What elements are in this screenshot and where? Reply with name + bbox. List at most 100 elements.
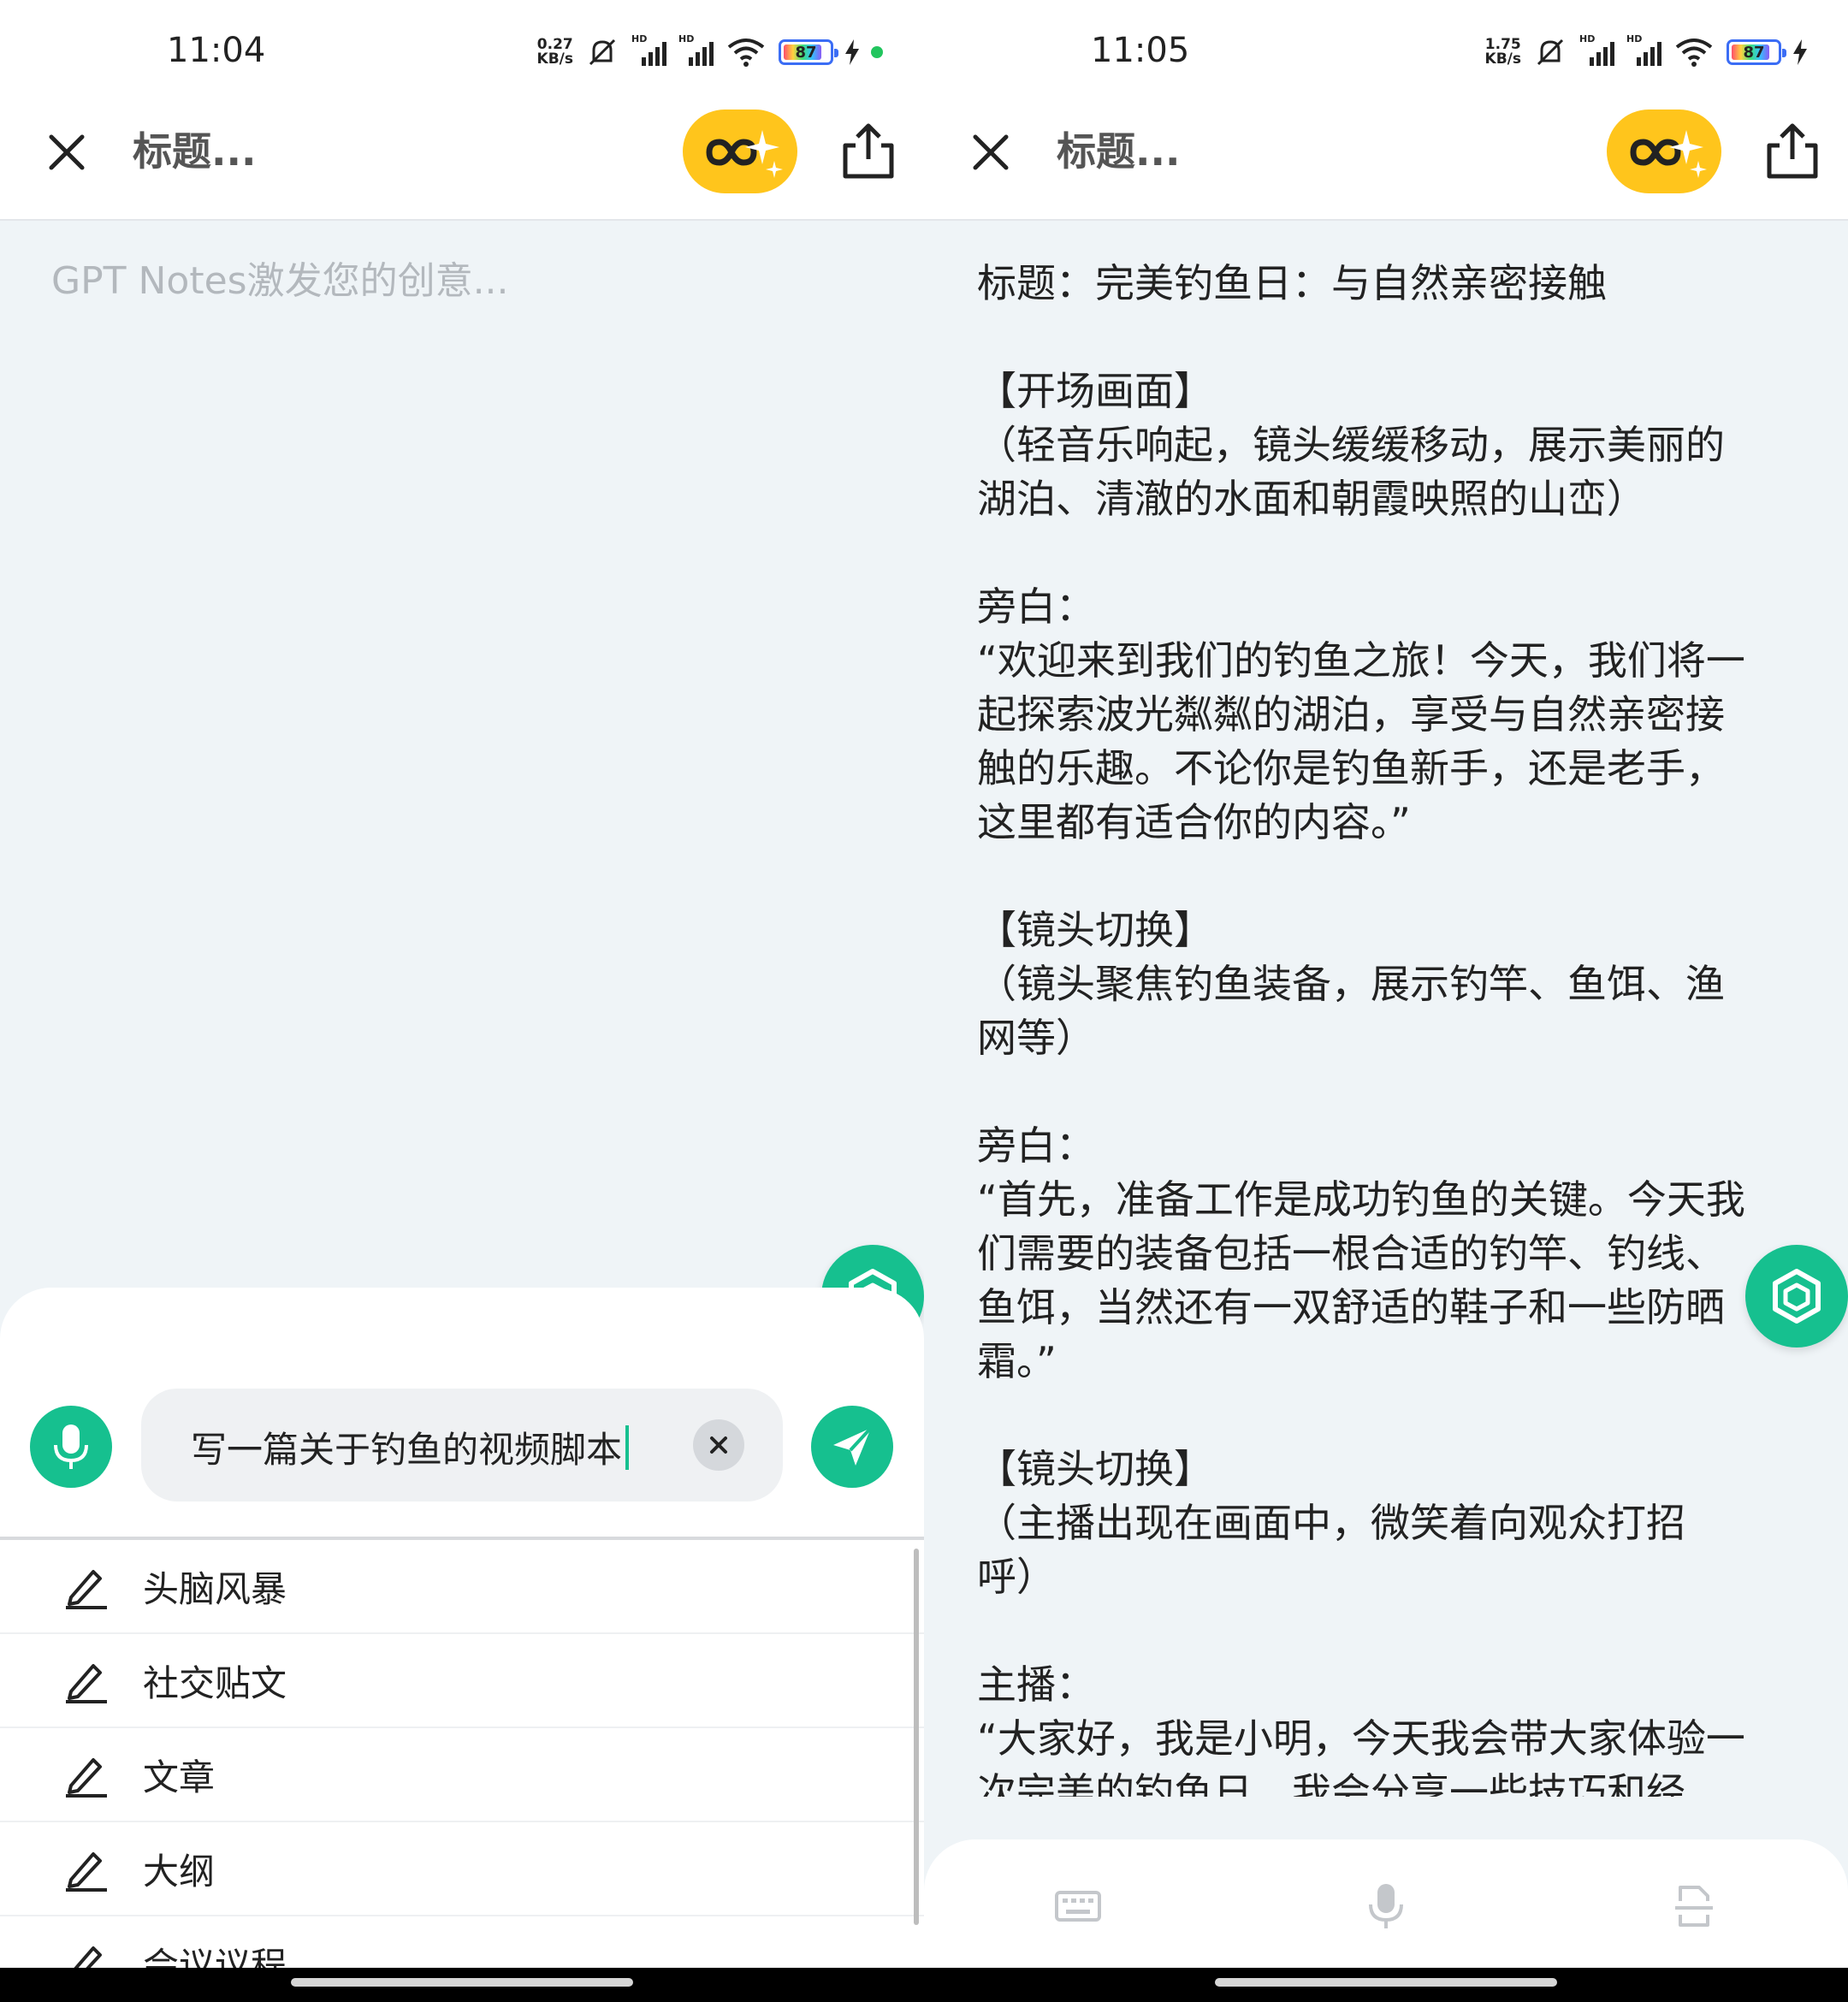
pen-icon: [66, 1664, 107, 1703]
ai-unlimited-button[interactable]: [683, 110, 797, 193]
send-button[interactable]: [811, 1406, 893, 1488]
document-line: 霜。”: [977, 1338, 1057, 1384]
close-button[interactable]: [43, 128, 91, 176]
document-line: [977, 1065, 1798, 1119]
document-line: 起探索波光粼粼的湖泊，享受与自然亲密接: [977, 691, 1725, 737]
microphone-icon: [1369, 1884, 1403, 1928]
prompt-input[interactable]: 写一篇关于钓鱼的视频脚本: [141, 1389, 783, 1502]
pen-icon: [66, 1852, 107, 1892]
close-icon: [973, 134, 1009, 170]
document-line: “大家好，我是小明，今天我会带大家体验一: [977, 1715, 1745, 1762]
signal-icon-1: HD: [631, 33, 666, 66]
title-input[interactable]: 标题...: [1057, 121, 1180, 181]
wifi-icon: [1675, 38, 1713, 67]
signal-icon-1: HD: [1579, 33, 1614, 66]
document-line: 次完美的钓鱼日，我会分享一些技巧和经: [977, 1769, 1685, 1797]
suggestion-item[interactable]: 会议议程: [0, 1916, 924, 1968]
battery-icon: 87: [779, 39, 838, 65]
privacy-dot: [871, 46, 883, 58]
keyboard-button[interactable]: [1052, 1881, 1104, 1932]
document-line: （镜头聚焦钓鱼装备，展示钓竿、鱼饵、渔: [977, 961, 1725, 1007]
close-button[interactable]: [967, 128, 1015, 176]
suggestion-item[interactable]: 头脑风暴: [0, 1540, 924, 1634]
screen-left: 11:04 0.27 KB/s HD HD 87 标题... GPT Notes激…: [0, 0, 924, 1968]
battery-icon: 87: [1727, 39, 1786, 65]
document-line: 【开场画面】: [977, 368, 1213, 414]
mute-icon: [1537, 38, 1564, 66]
voice-input-button[interactable]: [30, 1406, 112, 1488]
ai-assist-fab[interactable]: [1745, 1245, 1848, 1348]
document-line: 旁白：: [977, 1122, 1095, 1169]
document-line: 触的乐趣。不论你是钓鱼新手，还是老手，: [977, 745, 1725, 791]
document-line: 【镜头切换】: [977, 1446, 1213, 1492]
status-time: 11:04: [167, 31, 266, 70]
document-line: 湖泊、清澈的水面和朝霞映照的山峦）: [977, 476, 1646, 522]
status-icons: 1.75 KB/s HD HD 87: [1485, 33, 1807, 72]
app-header: 标题...: [924, 103, 1848, 221]
charging-icon: [1793, 39, 1807, 65]
app-header: 标题...: [0, 103, 924, 221]
document-line: 【镜头切换】: [977, 907, 1213, 953]
suggestion-item[interactable]: 社交贴文: [0, 1634, 924, 1728]
status-icons: 0.27 KB/s HD HD 87: [537, 33, 883, 72]
openai-logo-icon: [1773, 1269, 1821, 1324]
document-line: 这里都有适合你的内容。”: [977, 799, 1411, 845]
network-speed: 1.75 KB/s: [1484, 36, 1521, 68]
document-line: 呼）: [977, 1554, 1056, 1600]
signal-icon-2: HD: [678, 33, 714, 66]
document-line: “欢迎来到我们的钓鱼之旅！今天，我们将一: [977, 637, 1745, 684]
document-line: 们需要的装备包括一根合适的钓竿、钓线、: [977, 1230, 1725, 1276]
document-line: [977, 526, 1798, 580]
document-line: “首先，准备工作是成功钓鱼的关键。今天我: [977, 1176, 1745, 1223]
share-button[interactable]: [1764, 121, 1821, 181]
infinity-sparkle-icon: [1630, 130, 1707, 178]
mute-icon: [589, 38, 616, 66]
suggestion-label: 社交贴文: [143, 1661, 287, 1704]
document-line: （轻音乐响起，镜头缓缓移动，展示美丽的: [977, 422, 1725, 468]
generated-document[interactable]: 标题：完美钓鱼日：与自然亲密接触 【开场画面】 （轻音乐响起，镜头缓缓移动，展示美丽…: [977, 257, 1798, 1797]
scan-document-icon: [1675, 1886, 1713, 1927]
document-line: [977, 850, 1798, 903]
title-input[interactable]: 标题...: [133, 121, 256, 181]
status-time: 11:05: [1091, 31, 1190, 70]
suggestion-item[interactable]: 文章: [0, 1728, 924, 1822]
status-bar: 11:05 1.75 KB/s HD HD 87: [924, 0, 1848, 103]
screen-right: 11:05 1.75 KB/s HD HD 87 标题... 标题：完美钓鱼日：与…: [924, 0, 1848, 1968]
signal-icon-2: HD: [1626, 33, 1661, 66]
charging-icon: [845, 39, 859, 65]
send-icon: [833, 1426, 873, 1466]
document-line: [977, 1389, 1798, 1442]
share-button[interactable]: [840, 121, 897, 181]
microphone-icon: [54, 1424, 88, 1469]
document-line: 标题：完美钓鱼日：与自然亲密接触: [977, 260, 1607, 306]
wifi-icon: [727, 38, 765, 67]
document-line: 网等）: [977, 1015, 1095, 1061]
suggestion-label: 文章: [143, 1756, 216, 1798]
bottom-toolbar: [924, 1839, 1848, 1968]
suggestion-label: 头脑风暴: [143, 1567, 287, 1610]
document-line: 鱼饵，当然还有一双舒适的鞋子和一些防晒: [977, 1284, 1725, 1330]
status-bar: 11:04 0.27 KB/s HD HD 87: [0, 0, 924, 103]
document-line: 主播：: [977, 1661, 1095, 1708]
scrollbar[interactable]: [914, 1549, 919, 1925]
document-line: 旁白：: [977, 583, 1095, 630]
pen-icon: [66, 1758, 107, 1798]
ai-unlimited-button[interactable]: [1607, 110, 1721, 193]
infinity-sparkle-icon: [706, 130, 783, 178]
suggestion-label: 会议议程: [143, 1944, 287, 1969]
voice-button[interactable]: [1360, 1881, 1412, 1932]
home-indicator-left[interactable]: [291, 1978, 633, 1987]
suggestion-item[interactable]: 大纲: [0, 1822, 924, 1916]
editor-placeholder[interactable]: GPT Notes激发您的创意...: [51, 250, 509, 305]
document-line: [977, 1604, 1798, 1658]
suggestion-list: 头脑风暴 社交贴文 文章 大纲 会议议程: [0, 1540, 924, 1968]
document-line: [977, 311, 1798, 364]
scan-document-button[interactable]: [1668, 1881, 1720, 1932]
close-icon: [49, 134, 85, 170]
home-indicator-right[interactable]: [1215, 1978, 1557, 1987]
clear-icon: [710, 1436, 727, 1454]
prompt-text: 写一篇关于钓鱼的视频脚本: [191, 1429, 623, 1471]
text-caret: [625, 1424, 630, 1470]
document-line: （主播出现在画面中，微笑着向观众打招: [977, 1500, 1685, 1546]
clear-input-button[interactable]: [693, 1419, 744, 1471]
